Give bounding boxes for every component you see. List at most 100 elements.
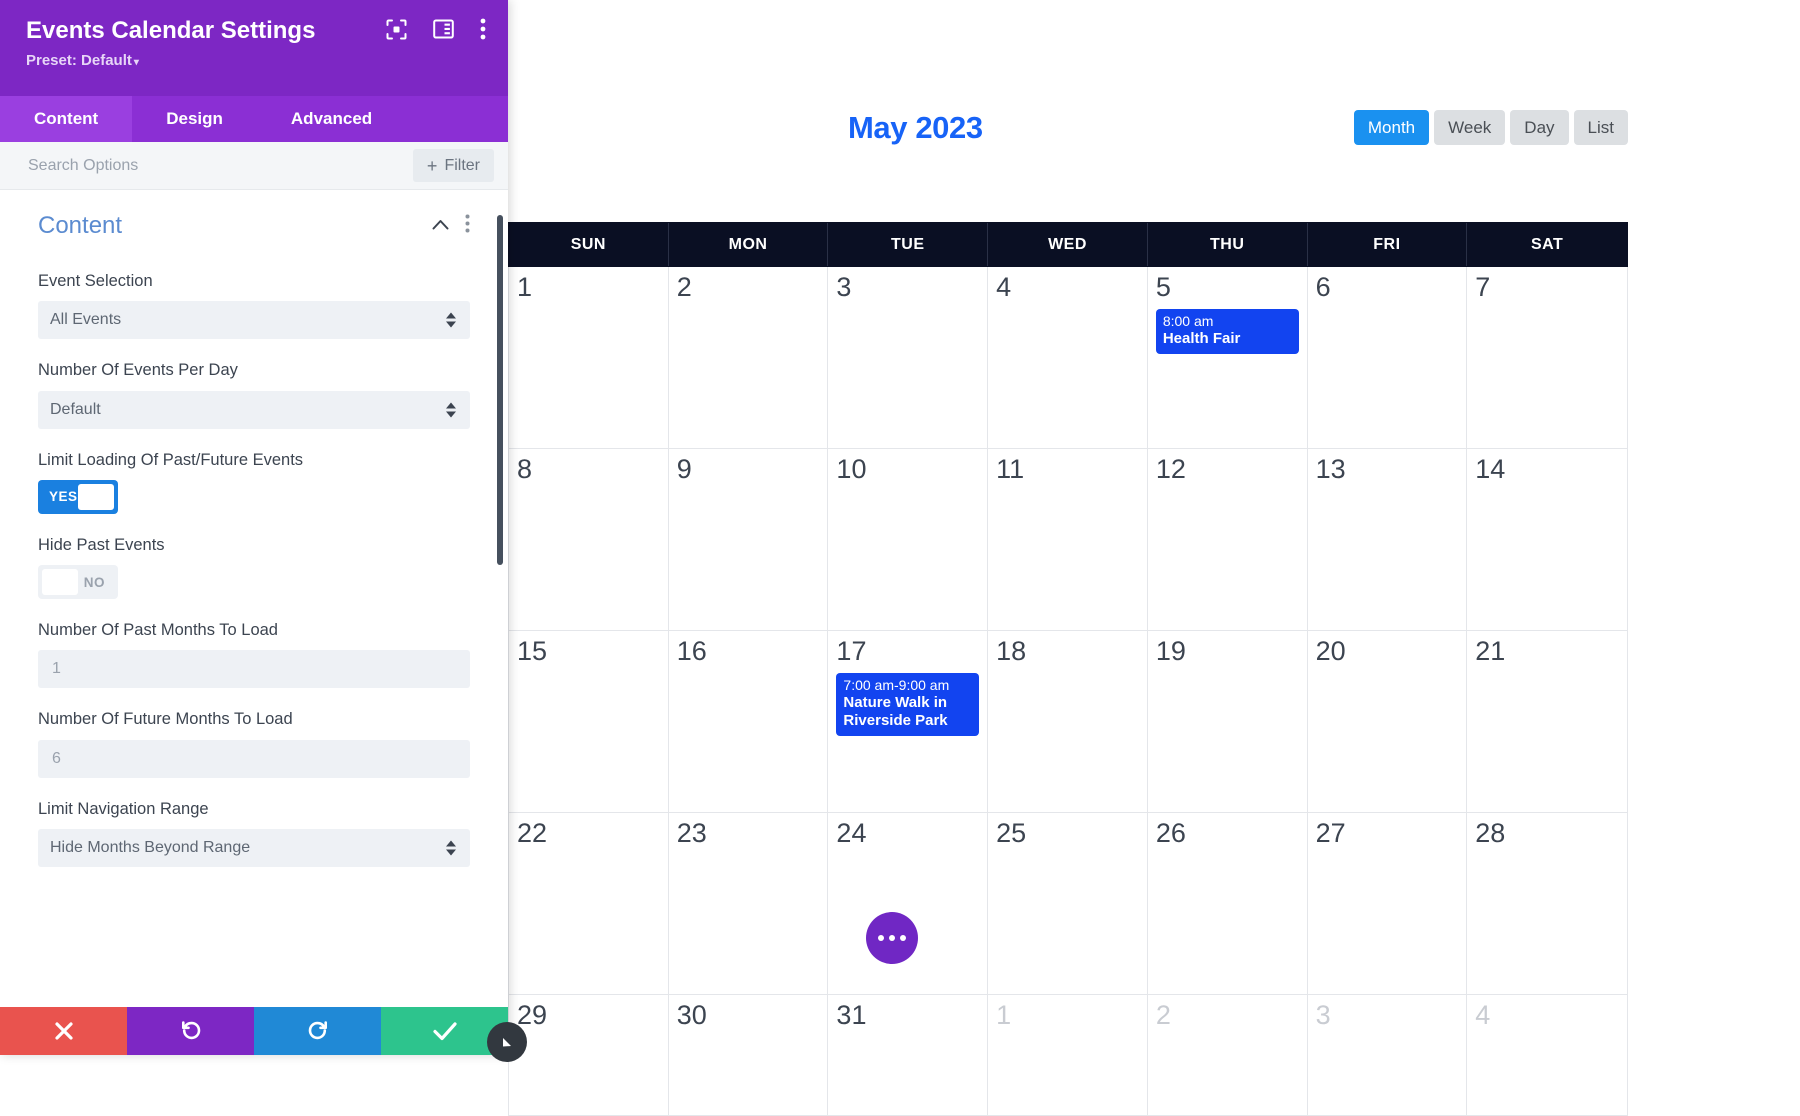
- chevron-up-icon[interactable]: [432, 217, 449, 235]
- day-header-tue: TUE: [828, 223, 989, 266]
- field-label: Limit Loading Of Past/Future Events: [38, 450, 304, 469]
- calendar-day-cell[interactable]: 24: [828, 813, 989, 994]
- calendar-day-cell[interactable]: 23: [669, 813, 829, 994]
- limit-loading-toggle[interactable]: YES: [38, 479, 118, 514]
- day-number: 4: [996, 272, 1012, 302]
- calendar-day-cell[interactable]: 12: [1148, 449, 1308, 630]
- calendar-day-cell[interactable]: 13: [1308, 449, 1468, 630]
- panel-header-icons: [386, 18, 486, 45]
- calendar-week-row: 15 16 17 7:00 am-9:00 am Nature Walk in Rive…: [509, 631, 1627, 813]
- layout-columns-icon[interactable]: [433, 19, 454, 44]
- checkmark-icon: [432, 1022, 457, 1041]
- field-label: Event Selection: [38, 272, 153, 290]
- panel-preset-selector[interactable]: Preset: Default ▾: [26, 52, 482, 69]
- future-months-input[interactable]: [38, 739, 470, 778]
- calendar-day-cell[interactable]: 28: [1467, 813, 1627, 994]
- view-button-week[interactable]: Week: [1434, 110, 1506, 145]
- calendar-event[interactable]: 8:00 am Health Fair: [1155, 308, 1299, 355]
- calendar-day-cell[interactable]: 19: [1148, 631, 1308, 812]
- panel-header: Events Calendar Settings Preset: Default…: [0, 0, 508, 96]
- day-number: 2: [676, 272, 692, 302]
- calendar-day-cell[interactable]: 10: [828, 449, 989, 630]
- calendar-day-cell[interactable]: 2: [1148, 995, 1308, 1115]
- tab-content[interactable]: Content: [0, 96, 133, 142]
- day-number: 19: [1155, 636, 1186, 666]
- day-header-fri: FRI: [1308, 223, 1468, 266]
- settings-fields: Event Selection All Events Number Of Event…: [38, 270, 470, 867]
- day-number: 23: [676, 818, 707, 848]
- calendar-week-row: 1 2 3 4 5 8:00 am Health Fair 6 7: [509, 267, 1627, 449]
- calendar-month-title: May 2023: [848, 110, 983, 145]
- field-limit-loading-toggle: Limit Loading Of Past/Future Events YES: [38, 449, 470, 514]
- calendar-day-cell[interactable]: 3: [1308, 995, 1468, 1115]
- calendar-day-cell[interactable]: 17 7:00 am-9:00 am Nature Walk in Riversid…: [828, 631, 989, 812]
- day-number: 9: [676, 454, 692, 484]
- calendar-toolbar: May 2023 Month Week Day List: [508, 100, 1628, 160]
- tab-design[interactable]: Design: [132, 96, 257, 142]
- calendar-day-cell[interactable]: 7: [1467, 267, 1627, 448]
- day-number: 2: [1155, 1000, 1171, 1030]
- view-button-month[interactable]: Month: [1353, 110, 1430, 145]
- calendar-day-cell[interactable]: 30: [669, 995, 829, 1115]
- past-months-input[interactable]: [38, 650, 470, 689]
- calendar-day-cell[interactable]: 9: [669, 449, 829, 630]
- tab-advanced[interactable]: Advanced: [257, 96, 406, 142]
- select-spinner-icon: [446, 312, 456, 328]
- select-spinner-icon: [446, 840, 456, 856]
- filter-button[interactable]: + Filter: [412, 149, 494, 182]
- day-number: 14: [1475, 454, 1506, 484]
- more-options-fab[interactable]: [866, 912, 918, 964]
- calendar-day-cell[interactable]: 5 8:00 am Health Fair: [1148, 267, 1308, 448]
- focus-target-icon[interactable]: [386, 19, 407, 45]
- calendar-week-row: 8 9 10 11 12 13 14: [509, 449, 1627, 631]
- calendar-day-cell[interactable]: 18: [988, 631, 1148, 812]
- event-title: Health Fair: [1162, 329, 1241, 347]
- calendar-day-cell[interactable]: 27: [1308, 813, 1468, 994]
- field-events-per-day: Number Of Events Per Day Default: [38, 359, 470, 429]
- ellipsis-dot-icon: [878, 935, 884, 941]
- calendar-day-cell[interactable]: 1: [509, 267, 669, 448]
- event-selection[interactable]: All Events: [38, 301, 470, 340]
- calendar-day-cell[interactable]: 15: [509, 631, 669, 812]
- calendar-grid: SUN MON TUE WED THU FRI SAT 1 2 3 4 5 8:00 am Health…: [508, 222, 1628, 1116]
- calendar-day-cell[interactable]: 29: [509, 995, 669, 1115]
- undo-button[interactable]: [127, 1007, 254, 1055]
- filter-button-label: Filter: [444, 156, 480, 174]
- day-number: 27: [1315, 818, 1346, 848]
- calendar-day-cell[interactable]: 3: [828, 267, 989, 448]
- tab-label: Design: [166, 109, 223, 128]
- section-kebab-menu-icon[interactable]: [465, 214, 470, 238]
- cancel-button[interactable]: [0, 1007, 127, 1055]
- event-time: 7:00 am-9:00 am: [843, 676, 950, 693]
- day-number: 16: [676, 636, 707, 666]
- calendar-day-cell[interactable]: 31: [828, 995, 989, 1115]
- calendar-event[interactable]: 7:00 am-9:00 am Nature Walk in Riverside …: [836, 672, 980, 737]
- limit-navigation-range[interactable]: Hide Months Beyond Range: [38, 828, 470, 867]
- view-button-list[interactable]: List: [1573, 110, 1628, 145]
- calendar-day-cell[interactable]: 14: [1467, 449, 1627, 630]
- calendar-day-cell[interactable]: 11: [988, 449, 1148, 630]
- calendar-day-cell[interactable]: 26: [1148, 813, 1308, 994]
- view-button-day[interactable]: Day: [1510, 110, 1569, 145]
- calendar-day-cell[interactable]: 16: [669, 631, 829, 812]
- day-number: 25: [996, 818, 1027, 848]
- event-time: 8:00 am: [1162, 312, 1214, 329]
- calendar-day-cell[interactable]: 4: [1467, 995, 1627, 1115]
- day-number: 12: [1155, 454, 1186, 484]
- calendar-day-cell[interactable]: 4: [988, 267, 1148, 448]
- events-per-day[interactable]: Default: [38, 390, 470, 429]
- calendar-day-cell[interactable]: 22: [509, 813, 669, 994]
- calendar-day-cell[interactable]: 1: [988, 995, 1148, 1115]
- kebab-menu-icon[interactable]: [480, 18, 486, 45]
- redo-button[interactable]: [254, 1007, 381, 1055]
- calendar-day-cell[interactable]: 8: [509, 449, 669, 630]
- calendar-day-cell[interactable]: 25: [988, 813, 1148, 994]
- toggle-knob: [78, 483, 114, 510]
- panel-scrollbar-thumb[interactable]: [497, 215, 503, 565]
- calendar-day-cell[interactable]: 20: [1308, 631, 1468, 812]
- calendar-day-cell[interactable]: 21: [1467, 631, 1627, 812]
- calendar-day-cell[interactable]: 2: [669, 267, 829, 448]
- search-input[interactable]: [28, 156, 401, 175]
- calendar-day-cell[interactable]: 6: [1308, 267, 1468, 448]
- hide-past-events-toggle[interactable]: NO: [38, 565, 118, 600]
